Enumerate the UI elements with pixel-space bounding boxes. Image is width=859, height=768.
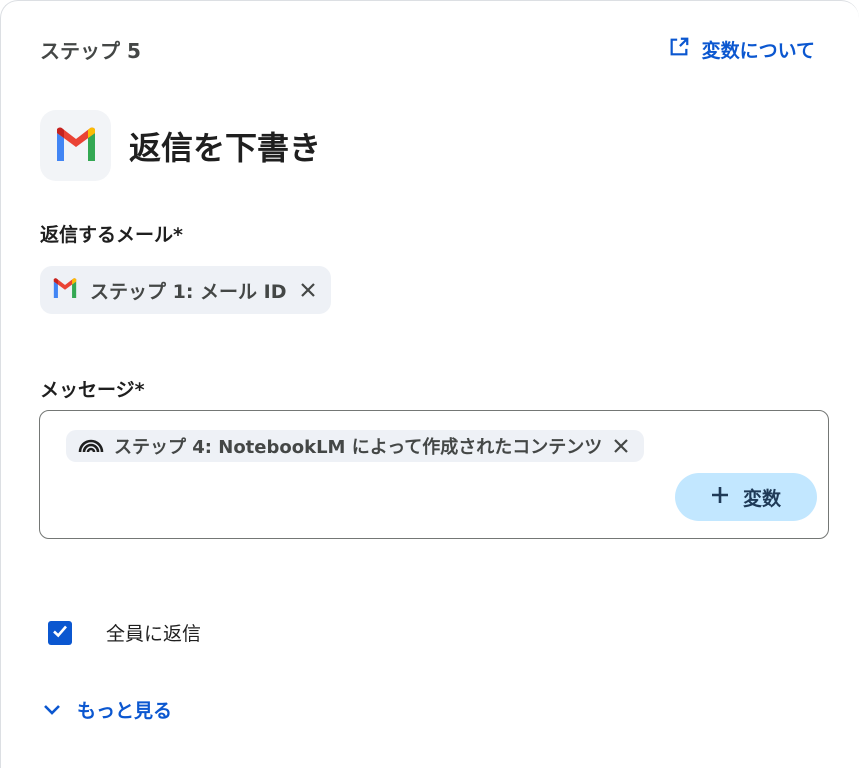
reply-email-label: 返信するメール* [40,224,183,246]
message-chip-label: ステップ 4: NotebookLM によって作成されたコンテンツ [114,437,603,458]
app-tile [40,110,111,181]
step-panel: ステップ 5 変数について 返信を下書き 返信するメール* ステップ 1: メー… [0,0,859,768]
reply-all-label: 全員に返信 [106,623,202,645]
close-icon[interactable] [612,437,630,455]
reply-all-row: 全員に返信 [48,619,201,646]
reply-all-checkbox[interactable] [48,620,72,645]
step-label: ステップ 5 [40,39,141,63]
check-icon [51,622,69,644]
action-title: 返信を下書き [129,128,322,167]
gmail-icon [54,127,98,165]
open-in-new-icon [668,36,690,63]
message-label: メッセージ* [40,379,145,401]
notebooklm-icon [78,434,104,459]
show-more-link[interactable]: もっと見る [43,696,172,723]
variables-help-label: 変数について [701,40,815,62]
add-variable-label: 変数 [742,487,781,510]
email-chip-label: ステップ 1: メール ID [90,280,287,303]
email-variable-chip[interactable]: ステップ 1: メール ID [40,266,331,314]
variables-help-link[interactable]: 変数について [668,36,815,63]
gmail-icon [52,277,78,303]
message-variable-chip[interactable]: ステップ 4: NotebookLM によって作成されたコンテンツ [66,430,645,462]
close-icon[interactable] [299,281,317,299]
plus-icon [711,486,729,509]
message-field[interactable]: ステップ 4: NotebookLM によって作成されたコンテンツ 変数 [39,410,829,539]
show-more-label: もっと見る [77,700,173,722]
add-variable-button[interactable]: 変数 [675,473,817,521]
chevron-down-icon [43,699,61,721]
action-header: 返信を下書き [40,110,321,181]
